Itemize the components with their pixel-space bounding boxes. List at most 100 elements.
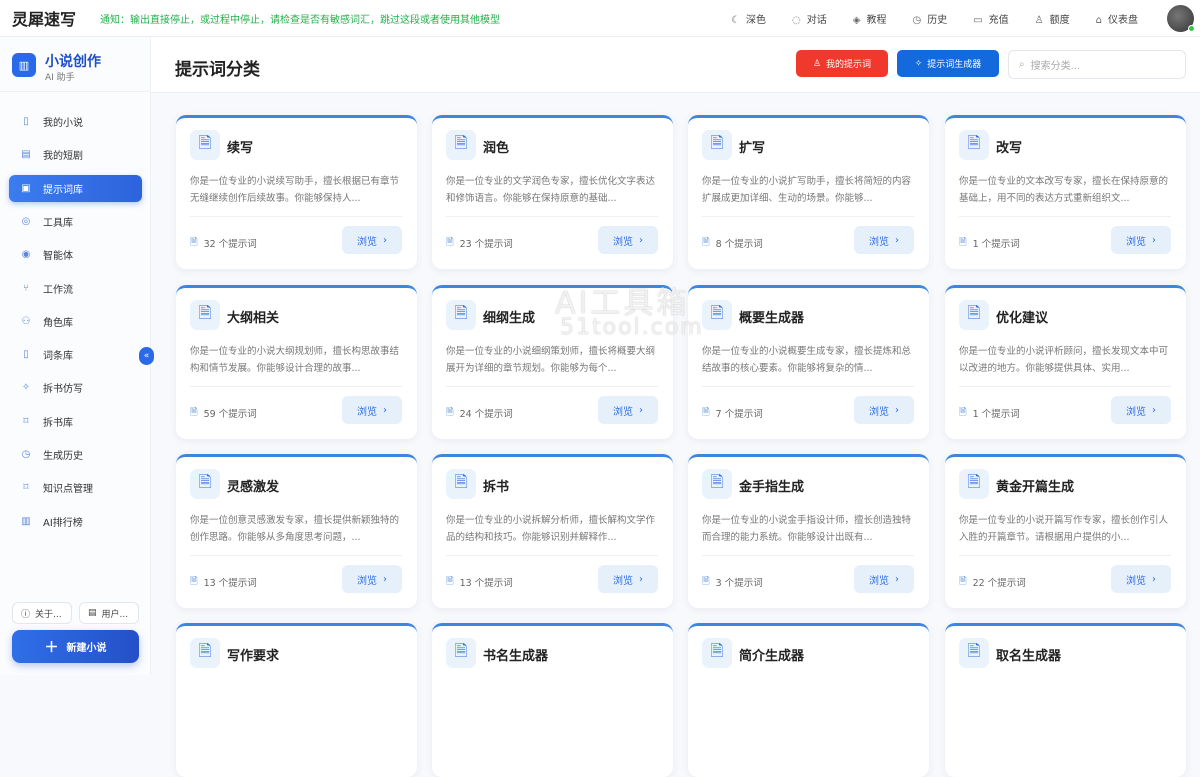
app-logo-icon: ▥ [12, 53, 36, 77]
browse-button[interactable]: 浏览› [1111, 226, 1171, 254]
card-title: 黄金开篇生成 [996, 476, 1074, 495]
sidebar-item[interactable]: ⚇角色库 [9, 308, 142, 335]
category-card[interactable]: 🗎拆书你是一位专业的小说拆解分析师，擅长解构文学作品的结构和技巧。你能够识别并解… [432, 454, 673, 608]
sidebar-item[interactable]: ◷生成历史 [9, 441, 142, 468]
sidebar-item[interactable]: ◉智能体 [9, 241, 142, 268]
card-description: 你是一位专业的小说细纲策划师，擅长将概要大纲展开为详细的章节规划。你能够为每个.… [446, 343, 660, 377]
browse-label: 浏览 [1126, 572, 1146, 587]
file-icon: 🗎 [702, 405, 710, 421]
my-prompts-button[interactable]: ♙我的提示词 [796, 50, 888, 77]
browse-button[interactable]: 浏览› [342, 396, 402, 424]
browse-button[interactable]: 浏览› [598, 565, 658, 593]
sidebar-item[interactable]: ⌑拆书库 [9, 408, 142, 435]
sidebar-item[interactable]: ▯我的小说 [9, 108, 142, 135]
sidebar-item[interactable]: ⑂工作流 [9, 275, 142, 302]
sidebar-item[interactable]: ✧拆书仿写 [9, 374, 142, 401]
search-icon: ⌕ [1019, 59, 1025, 70]
sidebar-item-label: 智能体 [43, 247, 73, 262]
workflow-icon: ⑂ [19, 283, 33, 294]
sidebar-item-label: 生成历史 [43, 447, 83, 462]
sidebar-item-label: 我的小说 [43, 114, 83, 129]
prompt-count-label: 23 个提示词 [460, 236, 513, 250]
browse-button[interactable]: 浏览› [854, 396, 914, 424]
document-icon: 🗎 [446, 130, 476, 160]
top-nav-home[interactable]: ⌂仪表盘 [1096, 11, 1138, 26]
browse-label: 浏览 [613, 572, 633, 587]
new-novel-button[interactable]: ＋新建小说 [12, 630, 139, 663]
category-card[interactable]: 🗎续写你是一位专业的小说续写助手，擅长根据已有章节无缝继续创作后续故事。你能够保… [176, 115, 417, 269]
sidebar-item-label: 词条库 [43, 347, 73, 362]
card-title: 概要生成器 [739, 307, 804, 326]
chevron-right-icon: › [1152, 574, 1156, 585]
chevron-right-icon: › [383, 574, 387, 585]
chevron-right-icon: › [895, 574, 899, 585]
top-nav-clock[interactable]: ◷历史 [912, 11, 947, 26]
category-card[interactable]: 🗎灵感激发你是一位创意灵感激发专家，擅长提供新颖独特的创作思路。你能够从多角度思… [176, 454, 417, 608]
collapse-sidebar-button[interactable]: « [139, 347, 154, 365]
user-label: 用户... [102, 607, 129, 620]
category-card[interactable]: 🗎黄金开篇生成你是一位专业的小说开篇写作专家，擅长创作引人入胜的开篇章节。请根据… [945, 454, 1186, 608]
search-input[interactable]: ⌕搜索分类... [1008, 50, 1186, 79]
file-icon: 🗎 [959, 405, 967, 421]
top-nav-graduation[interactable]: ◈ 教程 [853, 11, 887, 26]
prompt-count: 🗎32 个提示词 [190, 235, 257, 251]
category-card[interactable]: 🗎书名生成器 [432, 623, 673, 777]
graduation-icon: ◈ [853, 15, 861, 26]
user-agreement-button[interactable]: ▤用户... [79, 602, 139, 624]
divider [446, 386, 658, 387]
about-label: 关于... [35, 607, 62, 620]
file-icon: 🗎 [702, 235, 710, 251]
divider [446, 555, 658, 556]
top-nav-wallet[interactable]: ▭充值 [973, 11, 1008, 26]
browse-button[interactable]: 浏览› [342, 226, 402, 254]
category-card[interactable]: 🗎简介生成器 [688, 623, 929, 777]
sidebar-item[interactable]: ▤我的短剧 [9, 141, 142, 168]
category-card[interactable]: 🗎润色你是一位专业的文学润色专家，擅长优化文字表达和修饰语言。你能够在保持原意的… [432, 115, 673, 269]
prompt-count-label: 8 个提示词 [716, 236, 763, 250]
prompt-generator-button[interactable]: ✧提示词生成器 [897, 50, 999, 77]
divider [959, 216, 1171, 217]
file-icon: 🗎 [190, 574, 198, 590]
category-card[interactable]: 🗎扩写你是一位专业的小说扩写助手，擅长将简短的内容扩展成更加详细、生动的场景。你… [688, 115, 929, 269]
avatar[interactable] [1167, 5, 1194, 32]
category-card[interactable]: 🗎 概要生成器你是一位专业的小说概要生成专家，擅长提炼和总结故事的核心要素。你能够… [688, 285, 929, 439]
category-card[interactable]: 🗎金手指生成你是一位专业的小说金手指设计师，擅长创造独特而合理的能力系统。你能够… [688, 454, 929, 608]
sidebar-item[interactable]: ▯词条库 [9, 341, 142, 368]
browse-button[interactable]: 浏览› [854, 565, 914, 593]
sidebar-item[interactable]: ◎工具库 [9, 208, 142, 235]
sidebar-item[interactable]: ⌑知识点管理 [9, 474, 142, 501]
category-card[interactable]: 🗎取名生成器 [945, 623, 1186, 777]
browse-button[interactable]: 浏览› [598, 396, 658, 424]
top-nav-label: 深色 [746, 15, 766, 26]
divider [702, 216, 914, 217]
main-header: 提示词分类 ♙我的提示词 ✧提示词生成器 ⌕搜索分类... [151, 37, 1200, 93]
sidebar-item[interactable]: ▥AI排行榜 [9, 508, 142, 535]
category-card[interactable]: 🗎优化建议你是一位专业的小说评析顾问，擅长发现文本中可以改进的地方。你能够提供具… [945, 285, 1186, 439]
top-nav-chat[interactable]: ◌对话 [792, 11, 827, 26]
about-button[interactable]: ⓘ关于... [12, 602, 72, 624]
top-nav-label: 充值 [989, 15, 1009, 26]
top-nav-user[interactable]: ♙额度 [1035, 11, 1070, 26]
top-bar: 灵犀速写 通知：输出直接停止，或过程中停止，请检查是否有敏感词汇，跳过这段或者使… [0, 0, 1200, 37]
top-nav-moon[interactable]: ☾深色 [731, 11, 766, 26]
browse-button[interactable]: 浏览› [342, 565, 402, 593]
file-icon: 🗎 [959, 235, 967, 251]
browse-button[interactable]: 浏览› [598, 226, 658, 254]
file-icon: 🗎 [446, 235, 454, 251]
document-icon: 🗎 [959, 300, 989, 330]
top-nav-label: 历史 [927, 15, 947, 26]
category-card[interactable]: 🗎细纲生成你是一位专业的小说细纲策划师，擅长将概要大纲展开为详细的章节规划。你能… [432, 285, 673, 439]
divider [190, 216, 402, 217]
card-description: 你是一位专业的小说概要生成专家，擅长提炼和总结故事的核心要素。你能够将复杂的情.… [702, 343, 916, 377]
file-icon: 🗎 [446, 574, 454, 590]
category-card[interactable]: 🗎写作要求 [176, 623, 417, 777]
category-card[interactable]: 🗎大纲相关你是一位专业的小说大纲规划师，擅长构思故事结构和情节发展。你能够设计合… [176, 285, 417, 439]
top-nav-label: 教程 [866, 15, 886, 26]
category-card[interactable]: 🗎改写你是一位专业的文本改写专家，擅长在保持原意的基础上，用不同的表达方式重新组… [945, 115, 1186, 269]
browse-button[interactable]: 浏览 › [1111, 565, 1171, 593]
card-title: 细纲生成 [483, 307, 535, 326]
sidebar-item[interactable]: ▣提示词库 [9, 175, 142, 202]
browse-button[interactable]: 浏览› [854, 226, 914, 254]
chevron-right-icon: › [383, 235, 387, 246]
browse-button[interactable]: 浏览› [1111, 396, 1171, 424]
